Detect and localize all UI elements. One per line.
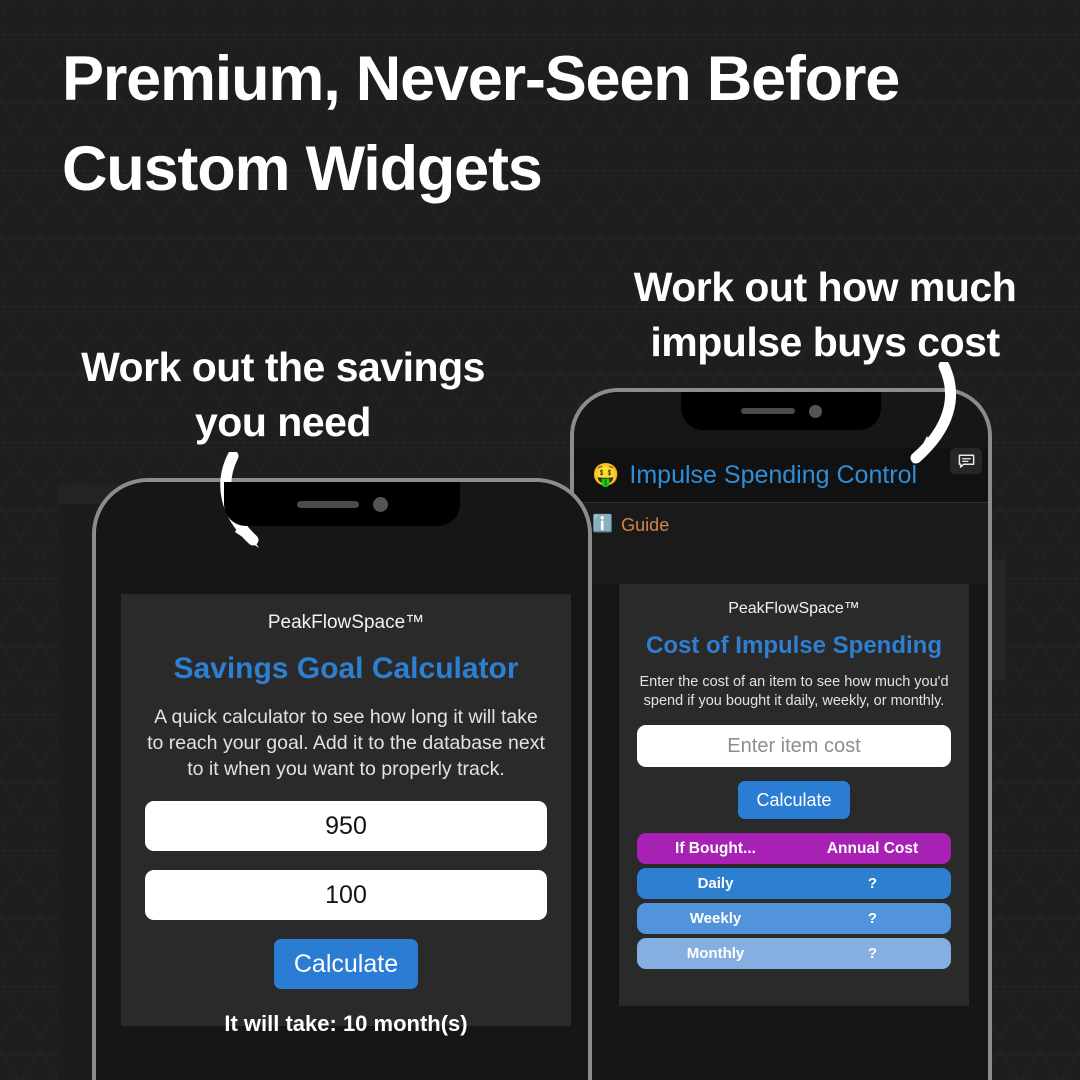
table-header-if-bought: If Bought... xyxy=(675,839,756,857)
row-value-weekly: ? xyxy=(867,910,878,927)
front-camera-icon xyxy=(372,496,388,512)
row-value-daily: ? xyxy=(867,875,878,892)
phone-left-screen: PeakFlowSpace™ Savings Goal Calculator A… xyxy=(96,482,588,1080)
phone-right-notch xyxy=(681,392,881,430)
table-row: Monthly ? xyxy=(637,938,951,969)
row-value-monthly: ? xyxy=(867,945,878,962)
row-label-monthly: Monthly xyxy=(686,945,745,962)
row-label-daily: Daily xyxy=(697,875,734,892)
annotation-right: Work out how much impulse buys cost xyxy=(600,260,1050,370)
info-icon: ℹ️ xyxy=(592,514,614,533)
annual-cost-table: If Bought... Annual Cost Daily ? Weekly … xyxy=(637,833,951,969)
phone-mockup-right: 🤑 Impulse Spending Control ℹ️ Guide Peak… xyxy=(570,388,992,1080)
earpiece-speaker-icon xyxy=(296,500,359,508)
power-button-right[interactable] xyxy=(988,552,992,648)
widget-title-left: Savings Goal Calculator xyxy=(173,652,519,685)
phone-left-notch xyxy=(224,482,460,526)
brand-label: PeakFlowSpace™ xyxy=(267,612,425,633)
promo-graphic: Premium, Never-Seen Before Custom Widget… xyxy=(0,0,1080,1080)
impulse-spending-widget: PeakFlowSpace™ Cost of Impulse Spending … xyxy=(619,584,969,1006)
annotation-left-line-1: Work out the savings xyxy=(81,344,485,390)
calculate-button-left[interactable]: Calculate xyxy=(274,939,418,989)
table-header-row: If Bought... Annual Cost xyxy=(637,833,951,864)
phone-mockup-left: PeakFlowSpace™ Savings Goal Calculator A… xyxy=(92,478,592,1080)
earpiece-speaker-icon xyxy=(740,408,795,414)
result-text: It will take: 10 month(s) xyxy=(224,1011,468,1036)
headline-line-2: Custom Widgets xyxy=(62,134,543,204)
calculate-button-right[interactable]: Calculate xyxy=(738,781,850,819)
volume-down-button-left[interactable] xyxy=(92,680,96,758)
annotation-right-line-1: Work out how much xyxy=(633,264,1017,310)
annotation-right-line-2: impulse buys cost xyxy=(650,319,1000,365)
item-cost-input[interactable] xyxy=(637,725,951,767)
guide-row[interactable]: ℹ️ Guide xyxy=(574,502,988,584)
app-title: Impulse Spending Control xyxy=(629,460,918,489)
goal-amount-input[interactable] xyxy=(145,801,547,851)
annotation-left: Work out the savings you need xyxy=(42,340,524,450)
curved-arrow-down-icon xyxy=(910,362,956,464)
annotation-left-line-2: you need xyxy=(195,399,371,445)
table-row: Weekly ? xyxy=(637,903,951,934)
front-camera-icon xyxy=(808,404,822,418)
widget-description-right: Enter the cost of an item to see how muc… xyxy=(639,674,949,709)
page-title: Premium, Never-Seen Before Custom Widget… xyxy=(62,34,1022,214)
money-mouth-face-icon: 🤑 xyxy=(592,462,620,487)
savings-goal-widget: PeakFlowSpace™ Savings Goal Calculator A… xyxy=(121,594,571,1036)
table-row: Daily ? xyxy=(637,868,951,899)
table-header-annual-cost: Annual Cost xyxy=(826,839,919,857)
guide-label: Guide xyxy=(621,515,670,535)
brand-label: PeakFlowSpace™ xyxy=(728,600,860,617)
volume-up-button-left[interactable] xyxy=(92,604,96,658)
headline-line-1: Premium, Never-Seen Before xyxy=(62,44,900,114)
row-label-weekly: Weekly xyxy=(689,910,742,927)
widget-title-right: Cost of Impulse Spending xyxy=(645,632,942,659)
phone-right-screen: 🤑 Impulse Spending Control ℹ️ Guide Peak… xyxy=(574,392,988,1080)
monthly-amount-input[interactable] xyxy=(145,870,547,920)
widget-description-left: A quick calculator to see how long it wi… xyxy=(147,706,545,780)
